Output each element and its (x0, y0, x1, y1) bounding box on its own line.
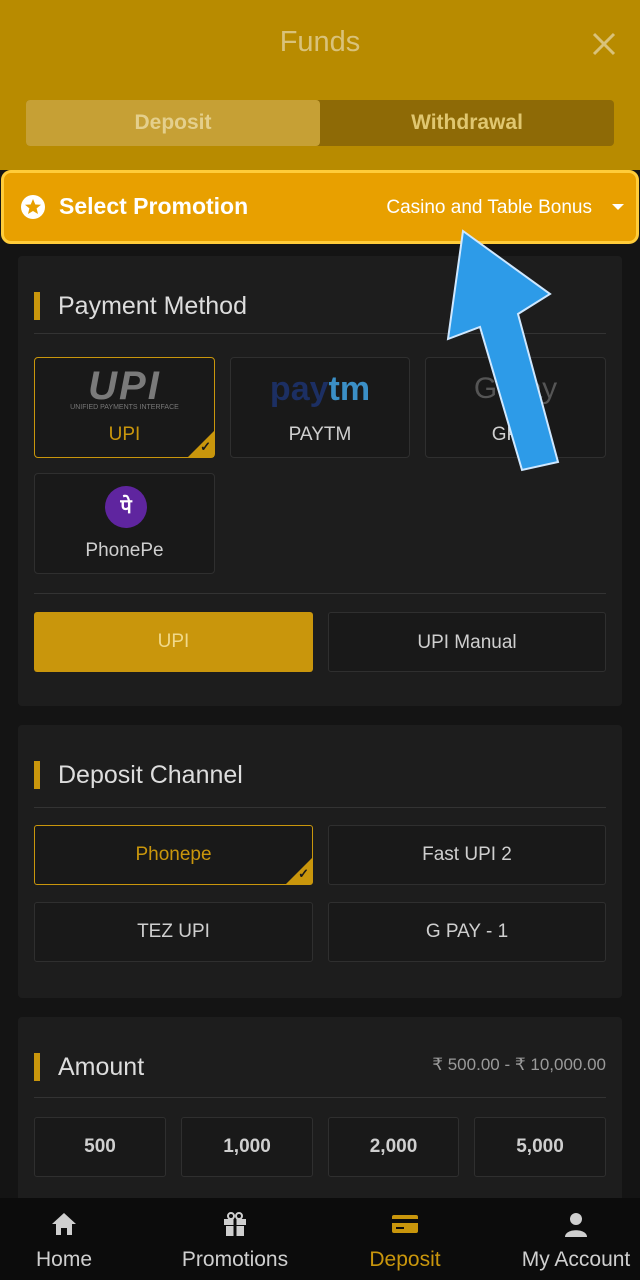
user-icon (565, 1213, 587, 1237)
promotion-label: Select Promotion (59, 193, 249, 219)
promotion-value: Casino and Table Bonus (386, 197, 592, 218)
amount-preset-500[interactable]: 500 (34, 1117, 166, 1177)
deposit-channel-title: Deposit Channel (34, 761, 243, 789)
payment-method-phonepe[interactable]: पे PhonePe (34, 473, 215, 574)
close-icon[interactable] (588, 28, 620, 60)
channel-fast-upi-2[interactable]: Fast UPI 2 (328, 825, 606, 885)
paytm-logo-pay: pay (269, 370, 329, 408)
paytm-logo: paytm (231, 370, 409, 409)
caret-down-icon (612, 204, 624, 210)
payment-method-phonepe-label: PhonePe (85, 540, 164, 561)
channel-tez-upi[interactable]: TEZ UPI (34, 902, 313, 962)
phonepe-logo: पे (105, 486, 147, 528)
phonepe-logo-glyph: पे (120, 496, 132, 518)
upi-logo-subtitle: UNIFIED PAYMENTS INTERFACE (70, 404, 179, 411)
home-icon (52, 1213, 76, 1235)
channel-g-pay-1[interactable]: G PAY - 1 (328, 902, 606, 962)
upi-logo: UPI (88, 364, 161, 408)
amount-preset-5000[interactable]: 5,000 (474, 1117, 606, 1177)
tab-deposit[interactable]: Deposit (26, 100, 320, 146)
amount-preset-1000[interactable]: 1,000 (181, 1117, 313, 1177)
card-icon (392, 1215, 418, 1233)
page-title: Funds (279, 26, 361, 58)
gift-icon (224, 1212, 246, 1236)
nav-deposit-label: Deposit (369, 1248, 441, 1271)
amount-preset-2000[interactable]: 2,000 (328, 1117, 459, 1177)
divider (34, 807, 606, 808)
deposit-channel-section: Deposit Channel Phonepe ✓ Fast UPI 2 TEZ… (18, 725, 622, 998)
nav-promotions-label: Promotions (181, 1248, 289, 1271)
nav-promotions[interactable]: Promotions (170, 1198, 300, 1280)
funds-tabs: Deposit Withdrawal (26, 100, 614, 146)
nav-deposit[interactable]: Deposit (340, 1198, 470, 1280)
check-icon: ✓ (200, 439, 211, 454)
divider (34, 593, 606, 594)
bottom-nav: Home Promotions Deposit My Account (0, 1198, 640, 1280)
amount-section: Amount ₹ 500.00 - ₹ 10,000.00 500 1,000 … (18, 1017, 622, 1198)
amount-title: Amount (34, 1053, 144, 1081)
paytm-logo-tm: tm (328, 370, 371, 408)
amount-range: ₹ 500.00 - ₹ 10,000.00 (432, 1055, 606, 1074)
tab-withdrawal[interactable]: Withdrawal (320, 100, 614, 146)
channel-phonepe-label: Phonepe (135, 844, 212, 865)
upi-manual-option-button[interactable]: UPI Manual (328, 612, 606, 672)
payment-method-upi[interactable]: UPI UNIFIED PAYMENTS INTERFACE UPI ✓ (34, 357, 215, 458)
pointer-arrow-icon (446, 229, 560, 472)
funds-header: Funds Deposit Withdrawal (0, 0, 640, 170)
channel-phonepe[interactable]: Phonepe ✓ (34, 825, 313, 885)
badge-star-icon (21, 195, 45, 219)
upi-option-button[interactable]: UPI (34, 612, 313, 672)
nav-my-account[interactable]: My Account (512, 1198, 640, 1280)
check-icon: ✓ (298, 866, 309, 881)
payment-method-paytm-label: PAYTM (288, 424, 352, 445)
divider (34, 1097, 606, 1098)
payment-method-title: Payment Method (34, 292, 247, 320)
payment-method-paytm[interactable]: paytm PAYTM (230, 357, 410, 458)
nav-home-label: Home (35, 1248, 93, 1271)
nav-home[interactable]: Home (0, 1198, 128, 1280)
nav-my-account-label: My Account (521, 1248, 631, 1271)
